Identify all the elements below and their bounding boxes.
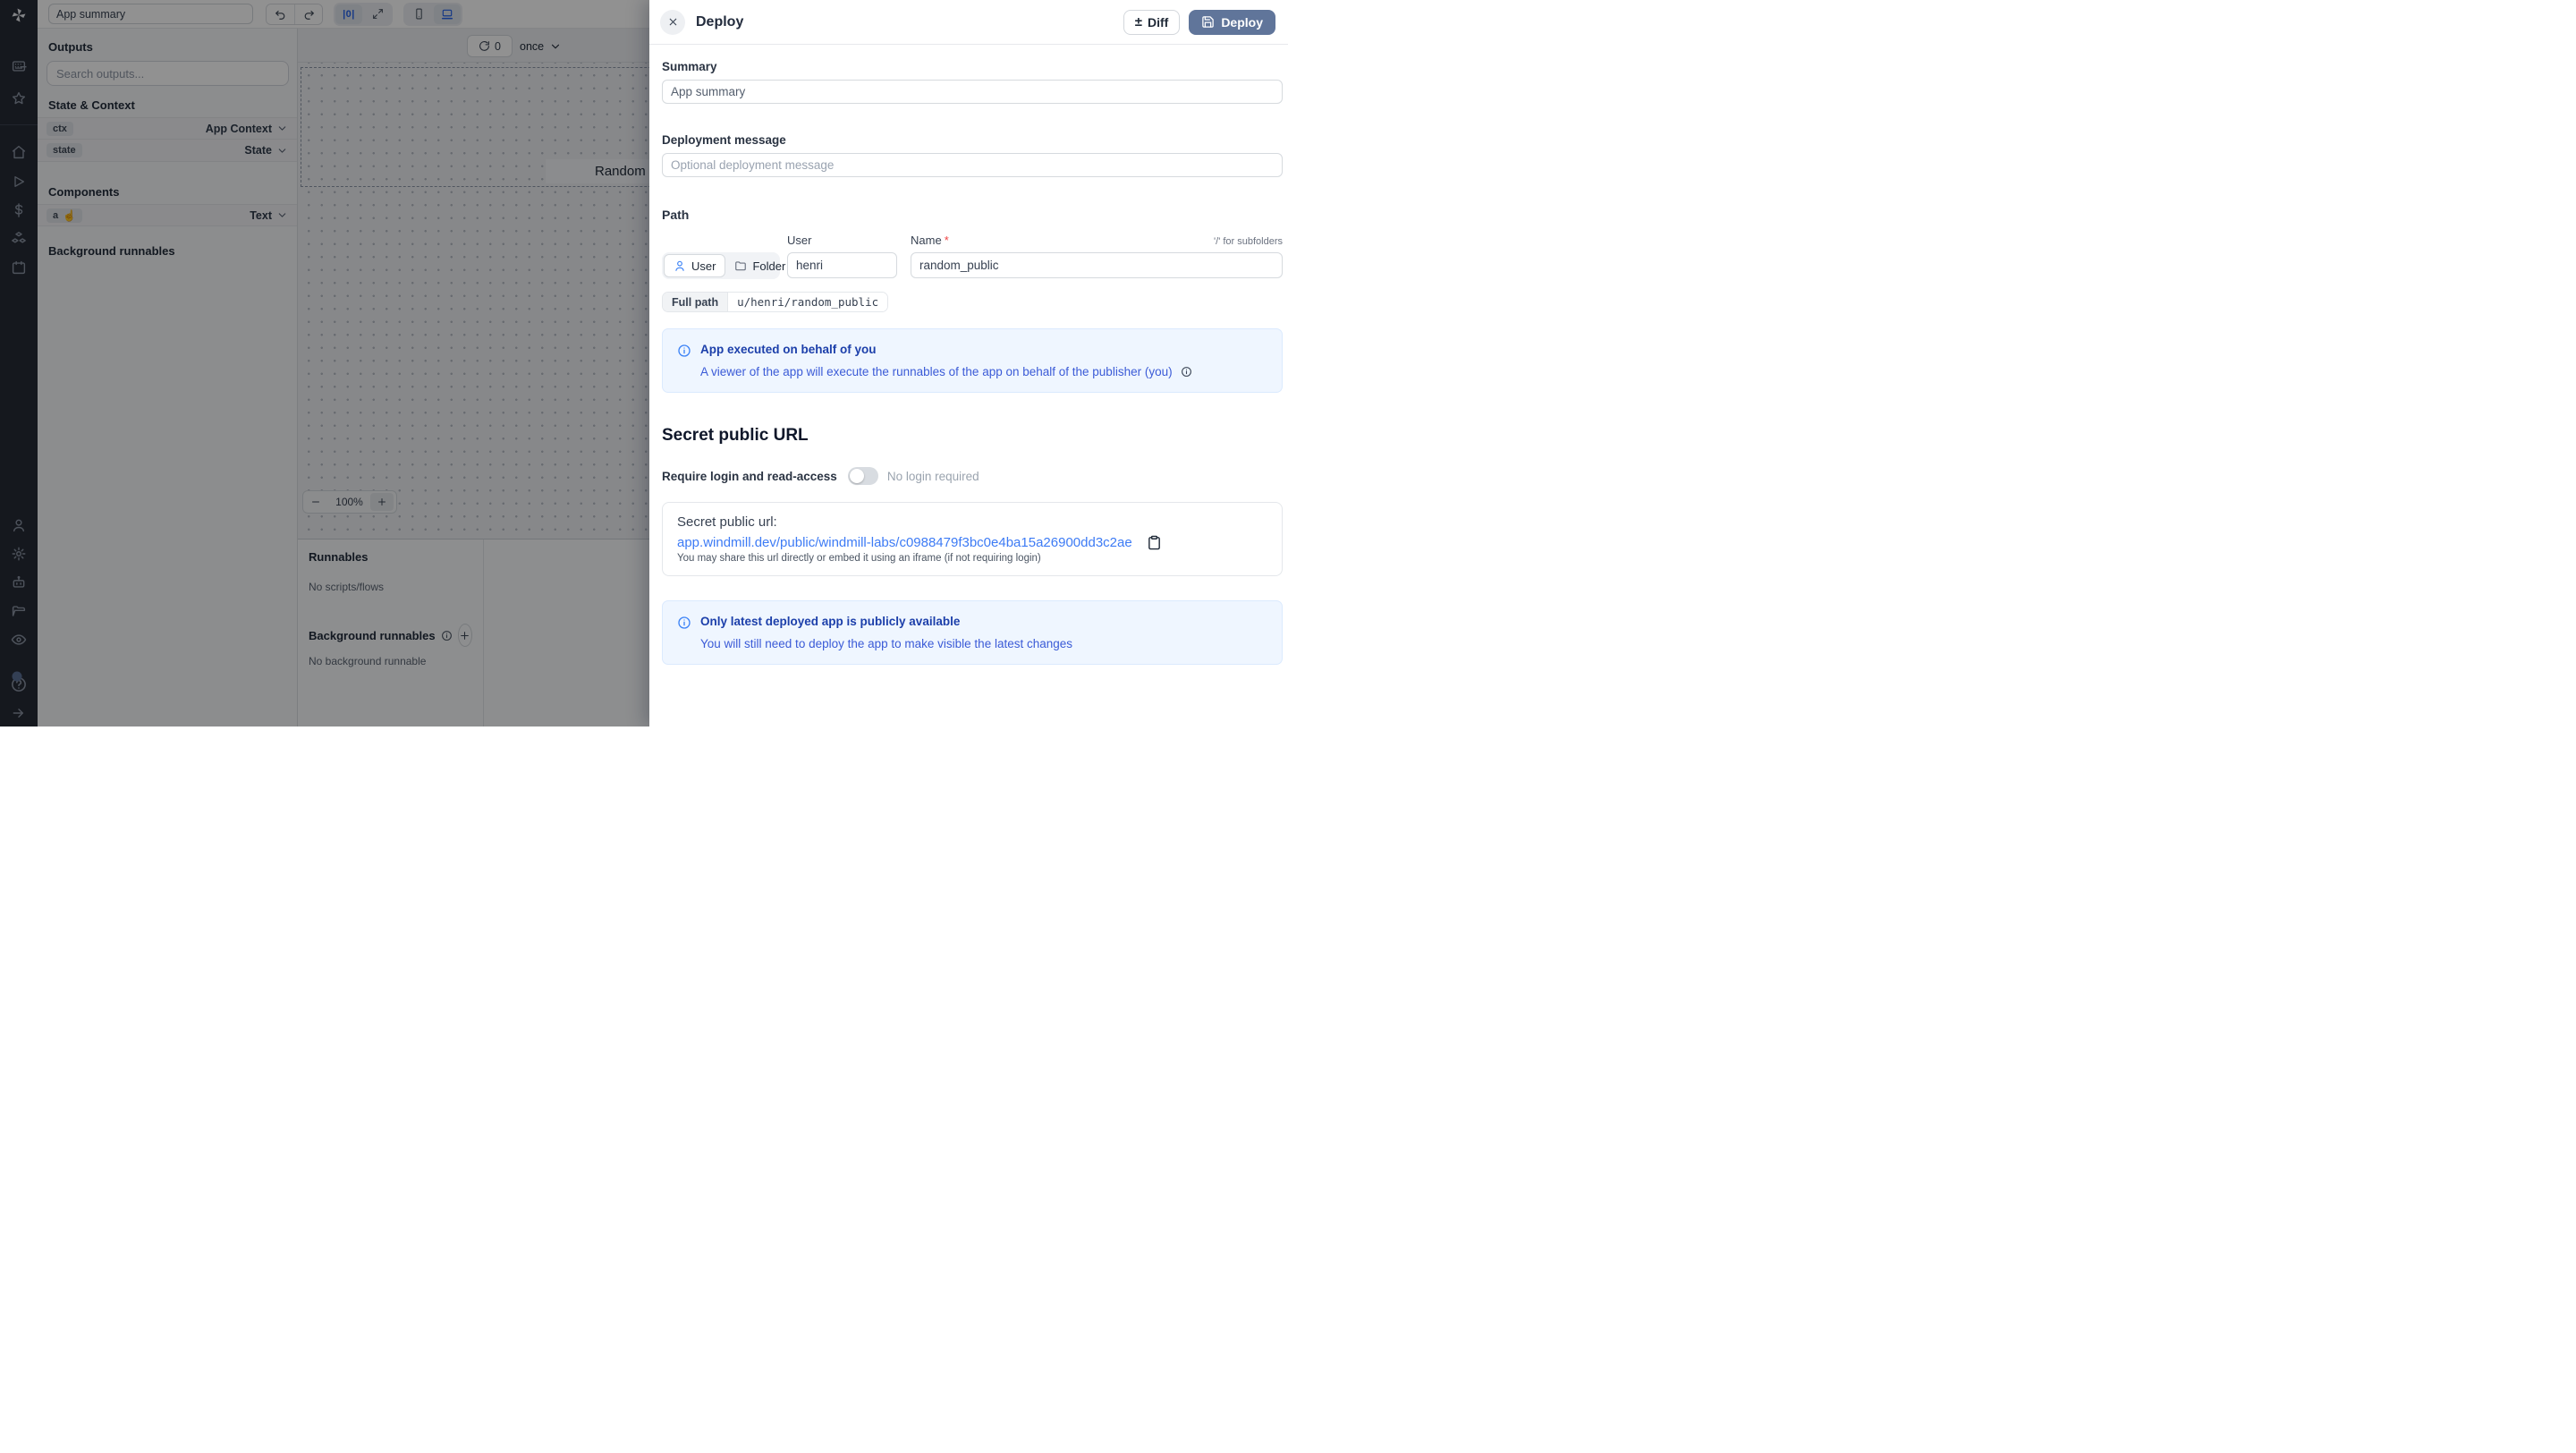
deployment-message-label: Deployment message [662,133,1283,147]
subfolders-hint: '/' for subfolders [1214,236,1283,247]
drawer-body: Summary Deployment message Path User Nam… [649,60,1288,665]
deployment-message-input[interactable] [662,153,1283,177]
info-icon[interactable] [1181,366,1192,378]
require-login-label: Require login and read-access [662,470,837,483]
info-icon [677,616,691,650]
drawer-header: Deploy ± Diff Deploy [649,0,1288,45]
copy-clipboard-icon[interactable] [1147,535,1162,550]
toggle-knob [850,469,864,483]
exec-info-title: App executed on behalf of you [700,343,1192,356]
full-path-row: Full path u/henri/random_public [662,292,888,312]
latest-deploy-info-box: Only latest deployed app is publicly ava… [662,600,1283,665]
path-label: Path [662,208,1283,222]
share-note: You may share this url directly or embed… [677,553,1267,564]
owner-kind-toggle: User Folder [662,252,780,279]
secret-url-label: Secret public url: [677,514,1267,530]
require-login-row: Require login and read-access No login r… [662,467,1283,485]
folder-icon [734,259,747,272]
toggle-state-label: No login required [887,470,979,483]
deploy-button[interactable]: Deploy [1189,10,1275,35]
require-login-toggle[interactable] [848,467,878,485]
path-grid: User Name* '/' for subfolders User [662,234,1283,279]
diff-button[interactable]: ± Diff [1123,10,1181,35]
secret-url-link[interactable]: app.windmill.dev/public/windmill-labs/c0… [677,535,1132,550]
exec-info-body: A viewer of the app will execute the run… [700,365,1173,378]
app-root: |0| Outputs State & Context ctx App Cont… [0,0,1288,726]
execute-on-behalf-info-box: App executed on behalf of you A viewer o… [662,328,1283,393]
latest-info-title: Only latest deployed app is publicly ava… [700,615,1072,628]
latest-info-body: You will still need to deploy the app to… [700,637,1072,650]
name-column-label: Name [911,234,942,247]
summary-input[interactable] [662,80,1283,104]
secret-public-url-heading: Secret public URL [662,426,1283,446]
save-icon [1201,15,1215,29]
path-name-input[interactable] [911,252,1283,278]
close-icon[interactable] [660,10,685,35]
plus-minus-icon: ± [1135,15,1142,29]
user-column-label: User [787,234,897,247]
drawer-title: Deploy [696,14,743,30]
folder-tab[interactable]: Folder [725,254,794,277]
deploy-drawer: Deploy ± Diff Deploy Summary Deployment … [649,0,1288,726]
summary-label: Summary [662,60,1283,73]
user-tab[interactable]: User [664,254,725,277]
path-user-input[interactable] [787,252,897,278]
full-path-value: u/henri/random_public [728,293,887,311]
full-path-label: Full path [663,293,728,311]
person-icon [674,259,686,272]
required-asterisk: * [945,234,949,247]
info-icon [677,344,691,378]
secret-url-box: Secret public url: app.windmill.dev/publ… [662,502,1283,576]
